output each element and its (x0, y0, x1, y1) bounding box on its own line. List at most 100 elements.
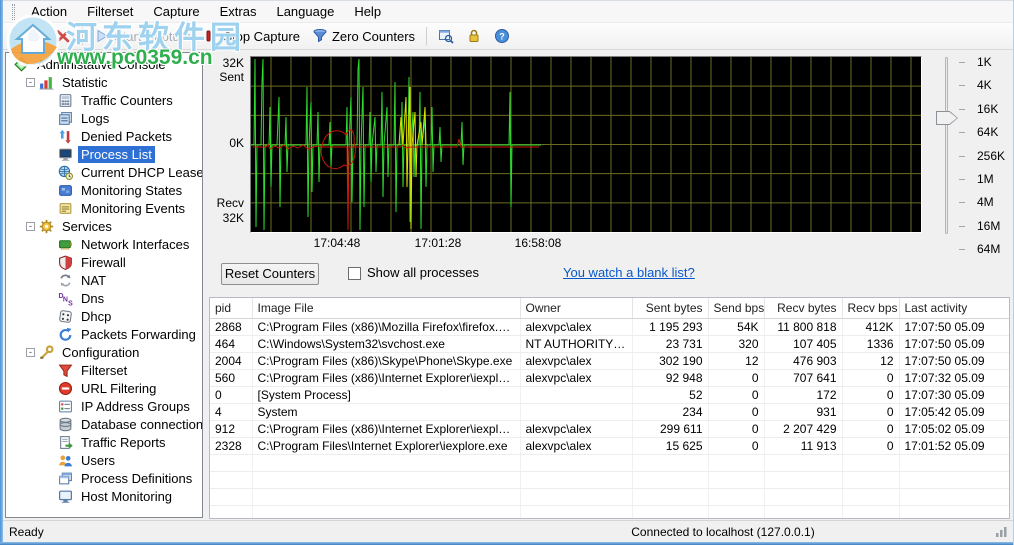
menu-help[interactable]: Help (344, 1, 391, 22)
table-cell: 412K (842, 318, 899, 335)
database-icon (58, 417, 73, 432)
column-header-owner[interactable]: Owner (520, 298, 632, 318)
sidebar-item-nat[interactable]: NAT (6, 271, 202, 289)
sidebar-item-label: Filterset (78, 362, 130, 379)
sidebar-item-logs[interactable]: Logs (6, 109, 202, 127)
sidebar-item-dns[interactable]: DNSDns (6, 289, 202, 307)
window-edge-top (0, 0, 1014, 1)
scale-tick (959, 249, 965, 250)
table-row-empty (210, 505, 1010, 519)
sidebar-item-process-definitions[interactable]: Process Definitions (6, 469, 202, 487)
menu-language[interactable]: Language (266, 1, 344, 22)
collapse-icon[interactable]: - (26, 222, 35, 231)
table-row[interactable]: 2004C:\Program Files (x86)\Skype\Phone\S… (210, 352, 1010, 369)
sidebar-item-packets-forwarding[interactable]: Packets Forwarding (6, 325, 202, 343)
reset-counters-button[interactable]: Reset Counters (221, 263, 319, 285)
table-cell (252, 471, 520, 488)
sidebar-item-network-interfaces[interactable]: Network Interfaces (6, 235, 202, 253)
disconnect-button[interactable] (50, 26, 76, 46)
table-cell: alexvpc\alex (520, 352, 632, 369)
menubar-gripper[interactable] (12, 4, 15, 20)
scale-slider-track[interactable] (945, 57, 948, 234)
traffic-reports-icon (58, 435, 73, 450)
zero-counters-label: Zero Counters (332, 29, 415, 44)
table-row[interactable]: 2868C:\Program Files (x86)\Mozilla Firef… (210, 318, 1010, 335)
traffic-counters-icon (58, 93, 73, 108)
table-cell: 2328 (210, 437, 252, 454)
scale-label-16m: 16M (977, 219, 1000, 233)
table-cell: 11 913 (764, 437, 842, 454)
table-cell (842, 471, 899, 488)
sidebar-item-statistic[interactable]: -Statistic (6, 73, 202, 91)
sidebar-item-label: Configuration (59, 344, 142, 361)
menu-extras[interactable]: Extras (210, 1, 267, 22)
y-label-sent: Sent (219, 70, 244, 84)
table-cell: C:\Program Files\Internet Explorer\iexpl… (252, 437, 520, 454)
table-row[interactable]: 4System2340931017:05:42 05.09 (210, 403, 1010, 420)
toolbar-separator (82, 27, 83, 45)
sidebar-item-traffic-counters[interactable]: Traffic Counters (6, 91, 202, 109)
host-monitoring-icon (58, 489, 73, 504)
menu-bar: ActionFiltersetCaptureExtrasLanguageHelp (3, 1, 1013, 23)
sidebar-item-administative-console[interactable]: Administative Console (6, 55, 202, 73)
stop-capture-button[interactable]: Stop Capture (198, 26, 305, 46)
table-row[interactable]: 560C:\Program Files (x86)\Internet Explo… (210, 369, 1010, 386)
column-header-recv-bps[interactable]: Recv bps (842, 298, 899, 318)
lock-button[interactable] (461, 26, 487, 46)
sidebar-item-current-dhcp-leases[interactable]: Current DHCP Leases (6, 163, 202, 181)
sidebar-item-filterset[interactable]: Filterset (6, 361, 202, 379)
table-cell: alexvpc\alex (520, 318, 632, 335)
sidebar-item-label: Process List (78, 146, 155, 163)
table-cell: 0 (708, 403, 764, 420)
column-header-last-activity[interactable]: Last activity (899, 298, 1010, 318)
sidebar-item-process-list[interactable]: Process List (6, 145, 202, 163)
scale-tick (959, 179, 965, 180)
table-row[interactable]: 912C:\Program Files (x86)\Internet Explo… (210, 420, 1010, 437)
connect-button[interactable] (22, 26, 48, 46)
table-cell: 707 641 (764, 369, 842, 386)
sidebar-item-firewall[interactable]: Firewall (6, 253, 202, 271)
table-cell: alexvpc\alex (520, 437, 632, 454)
sidebar-item-traffic-reports[interactable]: Traffic Reports (6, 433, 202, 451)
table-row[interactable]: 464C:\Windows\System32\svchost.exeNT AUT… (210, 335, 1010, 352)
menu-filterset[interactable]: Filterset (77, 1, 143, 22)
start-capture-button[interactable]: Start Capture (89, 26, 196, 46)
table-cell (632, 471, 708, 488)
column-header-recv-bytes[interactable]: Recv bytes (764, 298, 842, 318)
column-header-send-bps[interactable]: Send bps * (708, 298, 764, 318)
table-row[interactable]: 0[System Process]520172017:07:30 05.09 (210, 386, 1010, 403)
sidebar-item-database-connection[interactable]: Database connection (6, 415, 202, 433)
scale-slider-thumb[interactable] (936, 111, 958, 125)
sidebar-item-configuration[interactable]: - Configuration (6, 343, 202, 361)
help-button[interactable]: ? (489, 26, 515, 46)
table-cell: 560 (210, 369, 252, 386)
svg-text:S: S (68, 300, 73, 306)
sidebar-item-services[interactable]: -Services (6, 217, 202, 235)
sidebar-item-monitoring-events[interactable]: Monitoring Events (6, 199, 202, 217)
graph-time-axis: 17:04:4817:01:2816:58:08 (250, 236, 922, 251)
table-cell (632, 454, 708, 471)
toolbar-gripper[interactable] (12, 28, 15, 44)
column-header-image-file[interactable]: Image File (252, 298, 520, 318)
zero-counters-button[interactable]: Zero Counters (307, 26, 420, 46)
menu-capture[interactable]: Capture (143, 1, 209, 22)
scale-tick (959, 85, 965, 86)
collapse-icon[interactable]: - (26, 78, 35, 87)
collapse-icon[interactable]: - (26, 348, 35, 357)
find-window-button[interactable] (433, 26, 459, 46)
column-header-pid[interactable]: pid (210, 298, 252, 318)
monitoring-states-icon (58, 183, 73, 198)
sidebar-item-monitoring-states[interactable]: Monitoring States (6, 181, 202, 199)
column-header-sent-bytes[interactable]: Sent bytes (632, 298, 708, 318)
sidebar-item-denied-packets[interactable]: Denied Packets (6, 127, 202, 145)
sidebar-item-url-filtering[interactable]: URL Filtering (6, 379, 202, 397)
sidebar-item-dhcp[interactable]: Dhcp (6, 307, 202, 325)
sidebar-item-host-monitoring[interactable]: Host Monitoring (6, 487, 202, 505)
sidebar-item-users[interactable]: Users (6, 451, 202, 469)
series-red-loop (321, 130, 355, 169)
table-row[interactable]: 2328C:\Program Files\Internet Explorer\i… (210, 437, 1010, 454)
sidebar-item-ip-address-groups[interactable]: IP Address Groups (6, 397, 202, 415)
show-all-processes-checkbox[interactable] (348, 267, 361, 280)
blank-list-help-link[interactable]: You watch a blank list? (563, 265, 695, 280)
menu-action[interactable]: Action (21, 1, 77, 22)
